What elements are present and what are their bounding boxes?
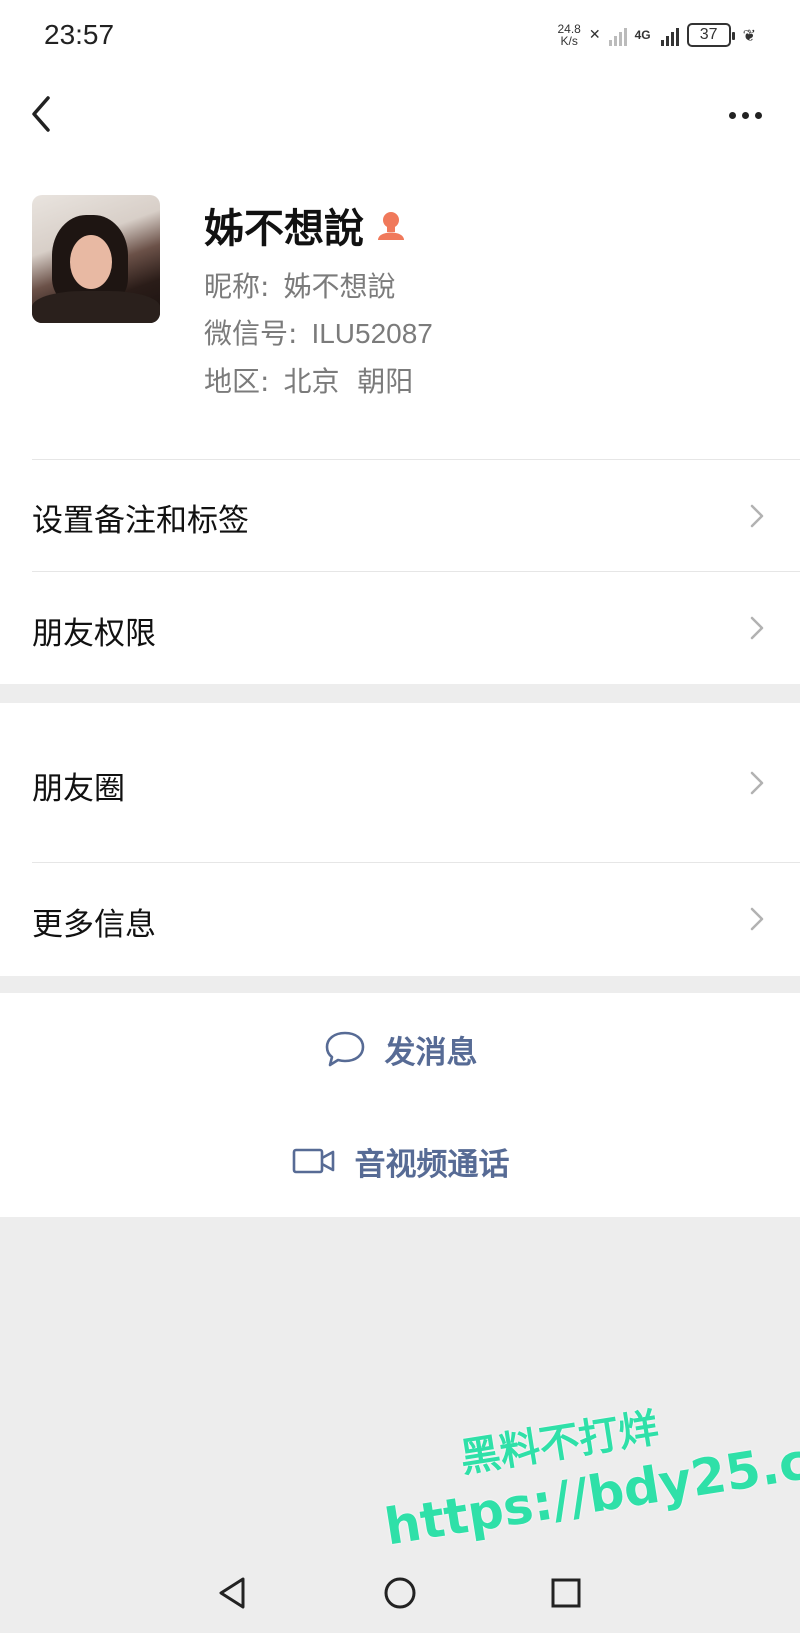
friend-permissions-row[interactable]: 朋友权限: [0, 572, 800, 684]
signal-icon-sim2: [660, 24, 679, 46]
nickname-value: 姊不想說: [283, 270, 396, 303]
nickname-line: 昵称: 姊不想說: [204, 265, 395, 305]
more-dot-icon: [728, 111, 736, 119]
power-saving-icon: ❦: [742, 25, 756, 45]
status-indicators: 24.8 K/s ✕ 4G 37 ❦: [557, 23, 756, 47]
friend-permissions-label: 朋友权限: [32, 616, 156, 652]
network-speed-unit: K/s: [560, 34, 578, 48]
square-recents-icon: [551, 1578, 581, 1608]
female-icon: [378, 212, 404, 240]
chevron-right-icon: [750, 616, 764, 640]
av-call-label: 音视频通话: [354, 1146, 510, 1183]
circle-home-icon: [384, 1577, 416, 1609]
region-line: 地区: 北京 朝阳: [204, 360, 413, 400]
chat-bubble-icon: [325, 1031, 364, 1067]
more-dot-icon: [754, 111, 762, 119]
network-speed: 24.8 K/s: [557, 23, 580, 47]
remarks-tags-row[interactable]: 设置备注和标签: [0, 460, 800, 572]
send-message-button[interactable]: 发消息: [0, 993, 800, 1105]
network-type: 4G: [634, 28, 651, 42]
region-value: 北京 朝阳: [283, 365, 414, 398]
no-sim-icon: ✕: [588, 27, 601, 43]
wechat-id-value: ILU52087: [311, 318, 433, 349]
nav-back-button[interactable]: [208, 1568, 258, 1618]
chevron-left-icon: [32, 96, 50, 132]
video-camera-icon: [292, 1148, 334, 1174]
top-bar: [0, 70, 800, 160]
av-call-button[interactable]: 音视频通话: [0, 1105, 800, 1217]
more-info-row[interactable]: 更多信息: [0, 863, 800, 976]
signal-icon-sim1: [608, 24, 627, 46]
battery-icon: 37: [686, 23, 735, 47]
avatar-face: [70, 235, 112, 289]
region-label: 地区:: [204, 365, 270, 398]
nav-recents-button[interactable]: [541, 1568, 591, 1618]
chevron-right-icon: [750, 907, 764, 931]
battery-level: 37: [699, 26, 718, 43]
avatar-shoulder: [32, 291, 160, 323]
status-bar: 23:57 24.8 K/s ✕ 4G 37 ❦: [0, 0, 800, 70]
more-info-label: 更多信息: [32, 907, 156, 943]
status-time: 23:57: [44, 19, 115, 50]
more-dot-icon: [741, 111, 749, 119]
remarks-tags-label: 设置备注和标签: [32, 503, 249, 539]
moments-row[interactable]: 朋友圈: [0, 703, 800, 863]
nickname-label: 昵称:: [204, 270, 270, 303]
avatar[interactable]: [32, 195, 160, 323]
triangle-back-icon: [219, 1577, 245, 1609]
nav-home-button[interactable]: [375, 1568, 425, 1618]
name-row: 姊不想說: [204, 196, 408, 254]
back-button[interactable]: [22, 90, 62, 138]
profile-card: 姊不想說 昵称: 姊不想說 微信号: ILU52087 地区: 北京 朝阳: [0, 160, 800, 460]
moments-label: 朋友圈: [32, 771, 125, 807]
more-options-button[interactable]: [720, 100, 770, 130]
send-message-label: 发消息: [384, 1034, 478, 1071]
wechat-id-line: 微信号: ILU52087: [204, 312, 433, 352]
chevron-right-icon: [750, 504, 764, 528]
system-nav-bar: [0, 1548, 800, 1633]
wechat-id-label: 微信号:: [204, 317, 298, 350]
display-name: 姊不想說: [204, 206, 364, 252]
chevron-right-icon: [750, 771, 764, 795]
